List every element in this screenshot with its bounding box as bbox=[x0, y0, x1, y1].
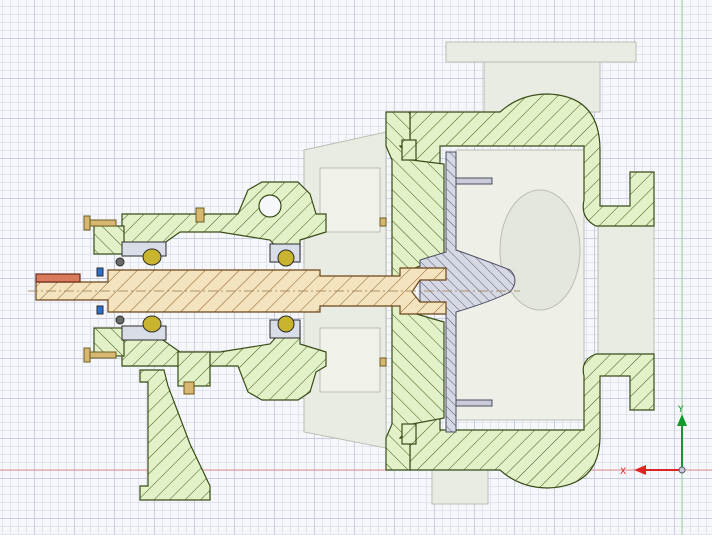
bearing-ball-2 bbox=[142, 315, 162, 333]
bearing-housing[interactable] bbox=[93, 181, 327, 501]
lifting-eye bbox=[258, 194, 282, 218]
y-axis-label: Y bbox=[677, 405, 684, 415]
foot-ghost bbox=[431, 469, 489, 505]
wear-ring-top bbox=[401, 139, 417, 161]
shaft-key bbox=[35, 273, 81, 283]
pump-section-drawing[interactable]: Y X bbox=[0, 0, 712, 535]
housing-base-block bbox=[177, 351, 211, 387]
bracket-window-lower bbox=[319, 327, 381, 393]
bearing-ball-4 bbox=[277, 315, 295, 333]
impeller-shroud-top bbox=[455, 177, 493, 185]
x-axis-label: X bbox=[620, 467, 626, 477]
bearing-ball-1 bbox=[142, 248, 162, 266]
wear-ring-bottom bbox=[401, 423, 417, 445]
eye-ghost bbox=[499, 189, 581, 311]
end-cap-top bbox=[93, 225, 125, 255]
coordinate-triad: Y X bbox=[620, 405, 687, 477]
bracket-window bbox=[319, 167, 381, 233]
impeller-shroud-bottom bbox=[455, 399, 493, 407]
cad-viewport[interactable]: Y X bbox=[0, 0, 712, 535]
origin-point bbox=[678, 466, 686, 474]
suction-nozzle bbox=[597, 221, 655, 359]
y-arrow-icon bbox=[677, 414, 687, 426]
support-foot bbox=[139, 369, 211, 501]
bolt-housing-top bbox=[195, 207, 205, 223]
bolt-housing-bottom bbox=[183, 381, 195, 395]
x-arrow-icon bbox=[634, 465, 646, 475]
discharge-flange bbox=[445, 41, 637, 63]
bearing-ball-3 bbox=[277, 249, 295, 267]
